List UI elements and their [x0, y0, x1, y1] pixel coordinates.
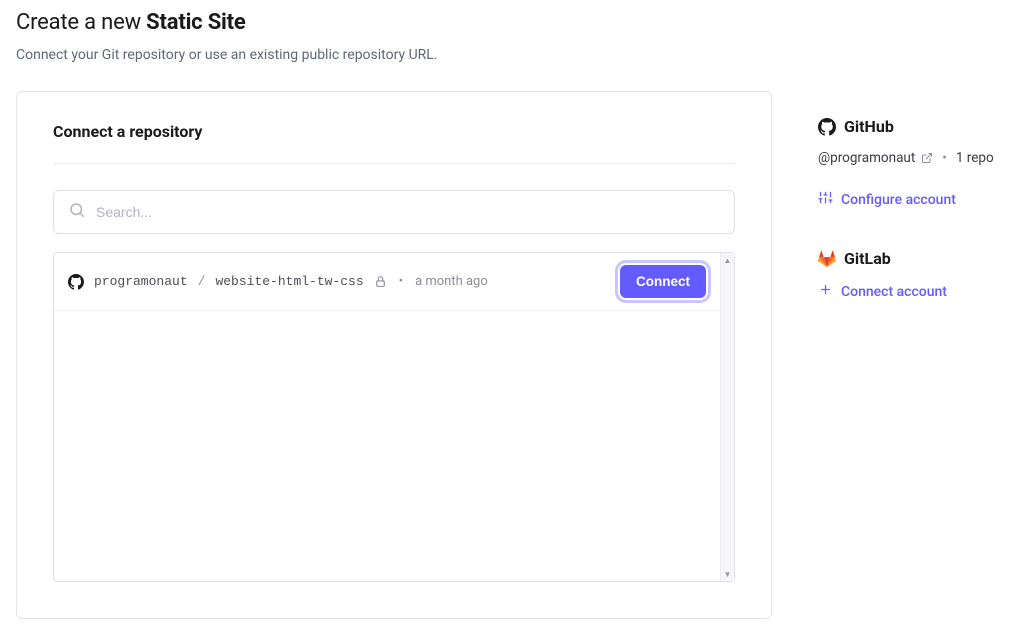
configure-account-link[interactable]: Configure account [818, 190, 1008, 209]
repo-name: website-html-tw-css [215, 274, 363, 289]
connect-repository-card: Connect a repository [16, 91, 772, 619]
card-title: Connect a repository [53, 122, 735, 163]
scroll-up-icon[interactable]: ▲ [721, 253, 734, 267]
github-label: GitHub [844, 117, 894, 136]
page-title-prefix: Create a new [16, 10, 146, 35]
github-icon [68, 274, 84, 290]
configure-account-label: Configure account [841, 192, 956, 208]
repository-row: programonaut / website-html-tw-css • a m… [54, 253, 720, 311]
connect-account-label: Connect account [841, 284, 947, 300]
gitlab-provider: GitLab Connect account [818, 249, 1008, 301]
dot-separator: • [942, 150, 947, 166]
plus-icon [818, 282, 833, 301]
search-input[interactable] [96, 204, 720, 220]
page-title: Create a new Static Site [16, 10, 1008, 35]
search-field[interactable] [53, 190, 735, 234]
repo-owner: programonaut [94, 274, 188, 289]
repository-list: programonaut / website-html-tw-css • a m… [53, 252, 735, 582]
sliders-icon [818, 190, 833, 209]
scroll-down-icon[interactable]: ▼ [721, 567, 734, 581]
gitlab-icon [818, 250, 836, 268]
lock-icon [374, 275, 387, 288]
github-repo-count: 1 repo [956, 150, 994, 166]
providers-sidebar: GitHub @programonaut • 1 repo [818, 91, 1008, 341]
divider [53, 163, 735, 164]
page-title-strong: Static Site [146, 10, 245, 35]
github-icon [818, 118, 836, 136]
gitlab-label: GitLab [844, 249, 891, 268]
scrollbar[interactable]: ▲ ▼ [720, 253, 734, 581]
repo-updated: a month ago [415, 274, 488, 289]
search-icon [68, 201, 86, 223]
repo-separator: / [198, 274, 206, 289]
github-account-line: @programonaut • 1 repo [818, 150, 1008, 166]
page-subtitle: Connect your Git repository or use an ex… [16, 47, 1008, 63]
github-handle-link[interactable]: @programonaut [818, 150, 915, 166]
dot-separator: • [399, 274, 403, 289]
connect-account-link[interactable]: Connect account [818, 282, 1008, 301]
connect-button[interactable]: Connect [620, 265, 706, 298]
external-link-icon [921, 152, 933, 164]
github-provider: GitHub @programonaut • 1 repo [818, 117, 1008, 209]
